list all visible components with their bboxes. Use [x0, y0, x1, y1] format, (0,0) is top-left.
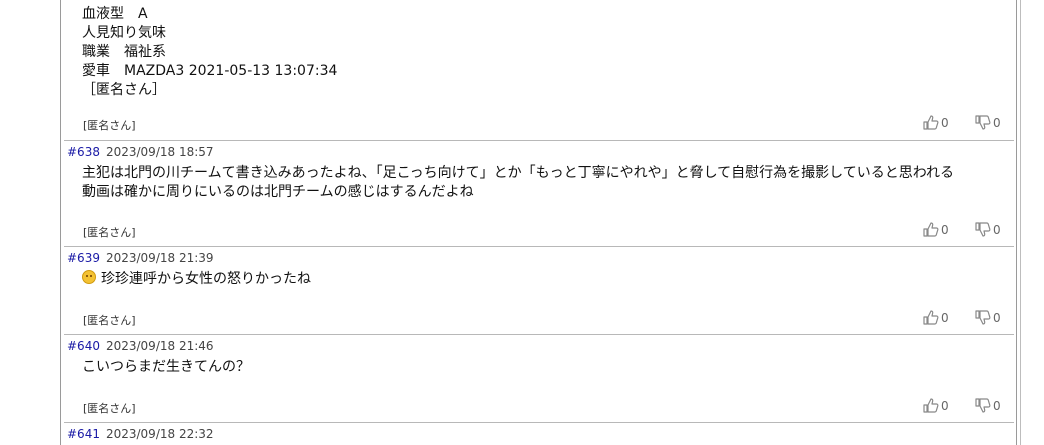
post-date: 2023/09/18 21:46 [105, 339, 214, 353]
thumbs-down-icon [975, 398, 991, 413]
post-date: 2023/09/18 21:39 [105, 251, 214, 265]
post-author: [匿名さん] [83, 226, 136, 239]
post-header: #639 2023/09/18 21:39 [67, 250, 214, 266]
like-button[interactable]: 0 [923, 398, 949, 413]
post-638: #638 2023/09/18 18:57 主犯は北門の川チームて書き込みあったよ… [61, 144, 1016, 246]
post-number-link[interactable]: #639 [67, 251, 100, 265]
dislike-count: 0 [993, 115, 1001, 130]
like-count: 0 [941, 398, 949, 413]
post-line: 動画は確かに周りにいるのは北門チームの感じはするんだよね [82, 184, 474, 200]
thumbs-down-icon [975, 310, 991, 325]
dislike-button[interactable]: 0 [975, 115, 1001, 130]
post-line: 珍珍連呼から女性の怒りかったね [82, 270, 311, 289]
thumbs-up-icon [923, 222, 939, 237]
like-button[interactable]: 0 [923, 115, 949, 130]
post-637: 血液型 A 人見知り気味 職業 福祉系 愛車 MAZDA3 2021-05-13… [61, 0, 1016, 140]
post-date: 2023/09/18 22:32 [105, 427, 214, 441]
post-body: 血液型 A 人見知り気味 職業 福祉系 愛車 MAZDA3 2021-05-13… [82, 5, 337, 100]
post-body: 主犯は北門の川チームて書き込みあったよね、「足こっち向けて」とか「もっと丁寧にや… [82, 164, 954, 202]
post-line: 主犯は北門の川チームて書き込みあったよね、「足こっち向けて」とか「もっと丁寧にや… [82, 165, 955, 181]
post-line: こいつらまだ生きてんの？ [82, 359, 250, 375]
post-author: [匿名さん] [83, 402, 136, 415]
post-body: こいつらまだ生きてんの？ [82, 358, 250, 377]
dislike-button[interactable]: 0 [975, 310, 1001, 325]
post-line: 血液型 A [82, 6, 148, 22]
post-line: 職業 福祉系 [82, 44, 166, 60]
post-separator [64, 334, 1014, 335]
angry-face-icon [82, 270, 96, 284]
post-639: #639 2023/09/18 21:39 珍珍連呼から女性の怒りかったね [匿名… [61, 250, 1016, 334]
post-body: 珍珍連呼から女性の怒りかったね [82, 270, 311, 289]
post-line: ［匿名さん］ [82, 82, 166, 98]
like-count: 0 [941, 310, 949, 325]
thumbs-up-icon [923, 115, 939, 130]
thumbs-up-icon [923, 398, 939, 413]
post-line-text: 珍珍連呼から女性の怒りかったね [101, 271, 311, 287]
post-header: #640 2023/09/18 21:46 [67, 338, 214, 354]
like-button[interactable]: 0 [923, 310, 949, 325]
post-number-link[interactable]: #638 [67, 145, 100, 159]
post-number-link[interactable]: #640 [67, 339, 100, 353]
post-line: 愛車 MAZDA3 2021-05-13 13:07:34 [82, 63, 338, 79]
scrollbar[interactable] [1020, 0, 1021, 445]
dislike-count: 0 [993, 398, 1001, 413]
post-separator [64, 422, 1014, 423]
thumbs-up-icon [923, 310, 939, 325]
post-date: 2023/09/18 18:57 [105, 145, 214, 159]
dislike-count: 0 [993, 310, 1001, 325]
like-button[interactable]: 0 [923, 222, 949, 237]
post-number-link[interactable]: #641 [67, 427, 100, 441]
post-header: #638 2023/09/18 18:57 [67, 144, 214, 160]
post-author: [匿名さん] [83, 119, 136, 132]
post-641: #641 2023/09/18 22:32 [61, 426, 1016, 445]
thumbs-down-icon [975, 222, 991, 237]
thumbs-down-icon [975, 115, 991, 130]
post-separator [64, 246, 1014, 247]
like-count: 0 [941, 222, 949, 237]
content-border-right [1016, 0, 1017, 445]
post-header: #641 2023/09/18 22:32 [67, 426, 214, 442]
post-separator [64, 140, 1014, 141]
post-line: 人見知り気味 [82, 25, 166, 41]
dislike-button[interactable]: 0 [975, 222, 1001, 237]
like-count: 0 [941, 115, 949, 130]
post-640: #640 2023/09/18 21:46 こいつらまだ生きてんの？ [匿名さん]… [61, 338, 1016, 422]
post-author: [匿名さん] [83, 314, 136, 327]
dislike-button[interactable]: 0 [975, 398, 1001, 413]
dislike-count: 0 [993, 222, 1001, 237]
